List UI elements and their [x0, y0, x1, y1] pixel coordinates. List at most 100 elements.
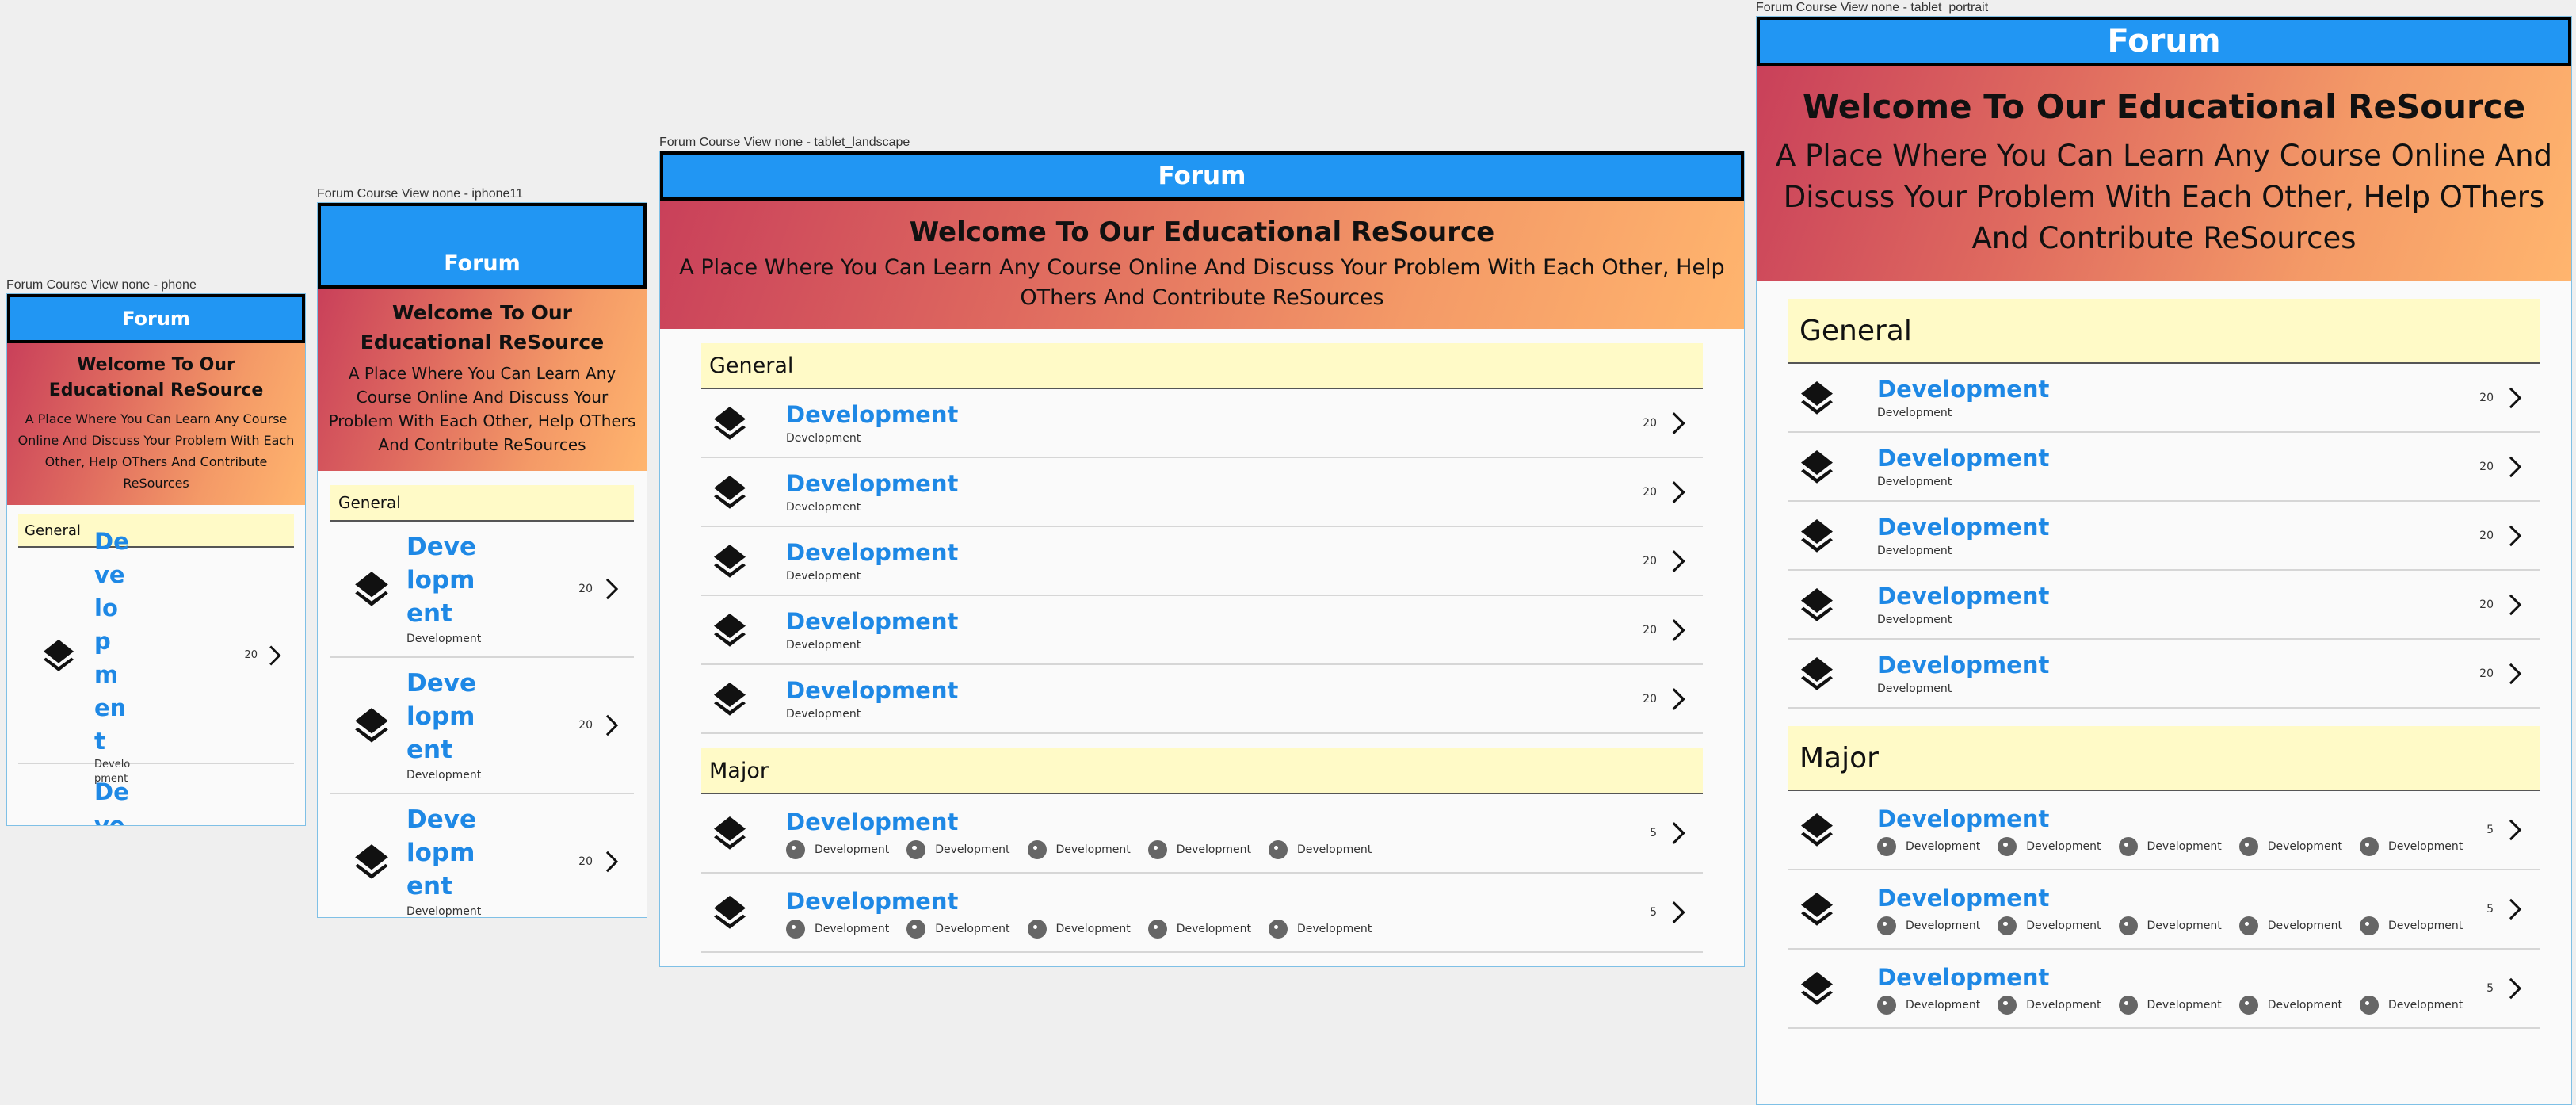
list-item[interactable]: Development Development 20 [18, 528, 294, 785]
chip[interactable]: Development [1877, 996, 1980, 1015]
list-item[interactable]: Development Development Development Develop… [1788, 950, 2540, 1029]
app-bar: Forum [318, 203, 647, 289]
app-title: Forum [122, 308, 190, 330]
chip[interactable]: Development [1877, 837, 1980, 856]
chevron-right-icon[interactable] [1657, 897, 1696, 927]
chip[interactable]: Development [2360, 996, 2463, 1015]
item-title: Development [786, 469, 959, 497]
chip[interactable]: Development [2118, 996, 2222, 1015]
layers-icon [1795, 969, 1877, 1008]
chip[interactable]: Development [1269, 840, 1372, 859]
chevron-right-icon[interactable] [1657, 615, 1696, 645]
chevron-right-icon[interactable] [2494, 384, 2533, 412]
chevron-right-icon[interactable] [593, 575, 628, 603]
list-item[interactable]: Development Development 20 [330, 658, 634, 794]
chevron-right-icon[interactable] [2494, 816, 2533, 844]
chip-list: Development Development Development Develop… [786, 840, 1633, 859]
item-count: 20 [2479, 529, 2494, 542]
list-item[interactable]: Development Development Development Develop… [701, 874, 1703, 953]
chip[interactable]: Development [2118, 916, 2222, 935]
section-general: General Development Development 20 Devel… [318, 471, 647, 917]
chip[interactable]: Development [1147, 920, 1251, 939]
chip[interactable]: Development [1269, 920, 1372, 939]
chip-label: Development [815, 843, 890, 856]
item-count: 5 [2486, 903, 2494, 916]
item-subtitle: Development [786, 638, 861, 652]
cookie-icon [1027, 920, 1047, 939]
chevron-right-icon[interactable] [1657, 408, 1696, 438]
chip[interactable]: Development [1147, 840, 1251, 859]
list-item[interactable]: Development Development Development Develop… [1788, 870, 2540, 950]
list-item[interactable]: Development Development 20 [330, 794, 634, 917]
item-count: 20 [244, 649, 258, 661]
list-item[interactable]: Development Development Development Develop… [1788, 791, 2540, 870]
chip[interactable]: Development [1998, 916, 2101, 935]
item-count: 5 [1650, 906, 1657, 919]
chip[interactable]: Development [2118, 837, 2222, 856]
list-item[interactable]: Development Development 20 [1788, 502, 2540, 571]
chip[interactable]: Development [2238, 916, 2342, 935]
chip[interactable]: Development [1027, 840, 1131, 859]
chip[interactable]: Development [786, 920, 889, 939]
chip[interactable]: Development [1998, 837, 2101, 856]
chevron-right-icon[interactable] [2494, 660, 2533, 688]
frame-label: Forum Course View none - iphone11 [317, 187, 523, 201]
chip-label: Development [1176, 923, 1251, 935]
chip[interactable]: Development [906, 840, 1010, 859]
chevron-right-icon[interactable] [1657, 546, 1696, 576]
chevron-right-icon[interactable] [593, 847, 628, 876]
frame-label: Forum Course View none - tablet_portrait [1756, 1, 1989, 14]
list-item[interactable]: Development Development 20 [330, 522, 634, 658]
chip[interactable]: Development [1027, 920, 1131, 939]
hero-subtitle: A Place Where You Can Learn Any Course O… [328, 364, 636, 454]
chevron-right-icon[interactable] [2494, 895, 2533, 923]
item-title: Development [786, 538, 959, 566]
list-item[interactable]: Development Development 20 [701, 458, 1703, 527]
item-title: Development [406, 533, 476, 628]
chevron-right-icon[interactable] [1657, 818, 1696, 848]
chevron-right-icon[interactable] [1657, 684, 1696, 714]
chevron-right-icon[interactable] [1657, 477, 1696, 507]
chip[interactable]: Development [1998, 996, 2101, 1015]
item-count: 5 [2486, 824, 2494, 836]
chip[interactable]: Development [2238, 837, 2342, 856]
cookie-icon [1998, 996, 2017, 1015]
chip[interactable]: Development [906, 920, 1010, 939]
chip[interactable]: Development [786, 840, 889, 859]
chevron-right-icon[interactable] [593, 711, 628, 740]
chip-label: Development [935, 843, 1010, 856]
cookie-icon [2360, 996, 2379, 1015]
chevron-right-icon[interactable] [2494, 974, 2533, 1003]
list-item[interactable]: Development Development 20 [701, 527, 1703, 596]
list-item[interactable]: Development Development 20 [1788, 640, 2540, 709]
item-count: 20 [2479, 667, 2494, 680]
list-item[interactable]: Development Development 20 [701, 596, 1703, 665]
list-item[interactable]: Development Development 20 [701, 665, 1703, 734]
hero-subtitle: A Place Where You Can Learn Any Course O… [679, 255, 1725, 310]
list-item[interactable]: Development Development 20 [1788, 433, 2540, 502]
list-item[interactable]: Development Development 20 [1788, 571, 2540, 640]
list-item[interactable]: Development Development 20 [701, 389, 1703, 458]
list-item[interactable]: Development Development Development Develop… [701, 794, 1703, 874]
cookie-icon [2238, 996, 2258, 1015]
chevron-right-icon[interactable] [258, 642, 289, 669]
general-list: Development Development 20 Development Devel… [1788, 364, 2540, 709]
chevron-right-icon[interactable] [2494, 522, 2533, 550]
chip[interactable]: Development [2238, 996, 2342, 1015]
hero-title: Welcome To Our Educational ReSource [909, 216, 1495, 248]
hero-title: Welcome To Our Educational ReSource [360, 301, 605, 354]
layers-icon [1795, 890, 1877, 928]
item-title: Development [786, 400, 959, 428]
item-subtitle: Development [1877, 406, 1952, 419]
item-subtitle: Development [786, 500, 861, 514]
list-item[interactable]: Development [18, 764, 294, 825]
cookie-icon [1877, 996, 1896, 1015]
list-item[interactable]: Development Development 20 [1788, 364, 2540, 433]
layers-icon [1795, 517, 1877, 555]
chip[interactable]: Development [2360, 916, 2463, 935]
chip[interactable]: Development [2360, 837, 2463, 856]
chip[interactable]: Development [1877, 916, 1980, 935]
layers-icon [708, 680, 786, 718]
chevron-right-icon[interactable] [2494, 591, 2533, 619]
chevron-right-icon[interactable] [2494, 453, 2533, 481]
